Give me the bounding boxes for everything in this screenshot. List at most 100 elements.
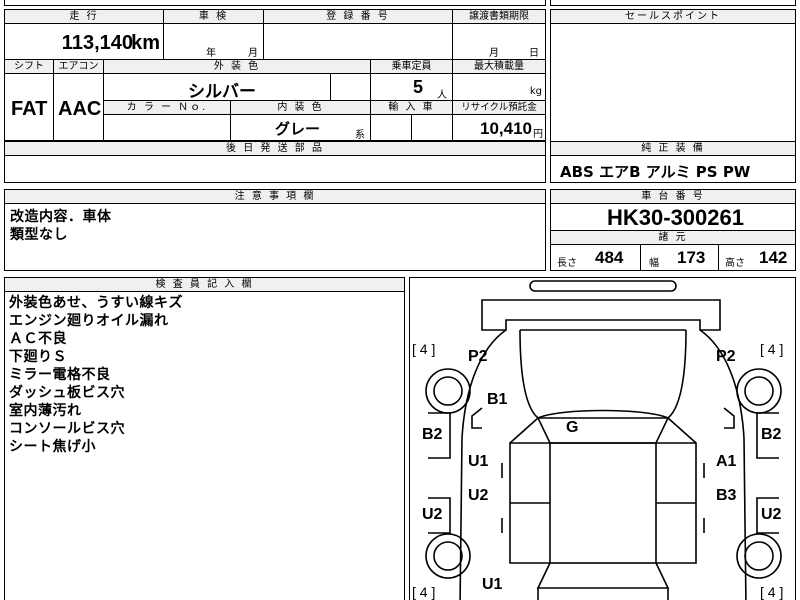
recycle-value: 10,410 xyxy=(480,119,532,138)
notice-header: 注 意 事 項 欄 xyxy=(4,189,546,204)
inspector-note: コンソールビス穴 xyxy=(9,421,125,437)
mark-b2-right: B2 xyxy=(761,426,782,443)
inspector-note: 下廻りＳ xyxy=(9,349,67,365)
exterior-color-value: シルバー xyxy=(188,82,256,102)
mark-b1: B1 xyxy=(487,391,508,408)
recycle-header: リサイクル預託金 xyxy=(452,100,546,115)
dimensions-header: 諸 元 xyxy=(550,230,796,245)
interior-color-header: 内 装 色 xyxy=(230,100,371,115)
width-label: 幅 xyxy=(649,258,659,269)
mark-u2-far-left: U2 xyxy=(422,506,443,523)
car-outline-diagram xyxy=(425,280,782,600)
mark-u1-left: U1 xyxy=(468,453,489,470)
inspector-note: 室内薄汚れ xyxy=(9,403,82,419)
genuine-equipment-value: ABS エアB アルミ PS PW xyxy=(560,163,751,181)
capacity-unit: 人 xyxy=(437,90,447,101)
shift-value: FAT xyxy=(11,98,48,120)
color-no-cell xyxy=(103,114,231,141)
color-no-header: カ ラ ー Ｎｏ. xyxy=(103,100,231,115)
notice-line: 改造内容．車体 xyxy=(10,209,112,225)
width-value: 173 xyxy=(677,248,706,267)
mark-p2-left: P2 xyxy=(468,348,488,365)
max-load-header: 最大積載量 xyxy=(452,59,546,74)
transfer-day-unit: 日 xyxy=(529,48,539,59)
genuine-equipment-box: ABS エアB アルミ PS PW xyxy=(550,155,796,183)
inspector-note: エンジン廻りオイル漏れ xyxy=(9,313,169,329)
dim-divider-2 xyxy=(718,245,719,270)
inspection-cell: 年 月 xyxy=(163,23,264,60)
max-load-unit: kg xyxy=(529,86,542,97)
import-cell-left xyxy=(370,114,412,141)
height-label: 高さ xyxy=(725,258,745,269)
chassis-value: HK30-300261 xyxy=(607,205,744,230)
import-cell-right xyxy=(411,114,453,141)
later-parts-box xyxy=(4,155,546,183)
mark-a1: A1 xyxy=(716,453,737,470)
transfer-month-unit: 月 xyxy=(489,48,499,59)
interior-color-cell: グレー 系 xyxy=(230,114,371,141)
import-header: 輸 入 車 xyxy=(370,100,453,115)
inspector-note: ＡＣ不良 xyxy=(9,331,67,347)
mark-g: G xyxy=(566,419,579,436)
interior-color-value: グレー xyxy=(275,120,321,138)
transfer-deadline-header: 譲渡書類期限 xyxy=(452,9,546,24)
exterior-color-header: 外 装 色 xyxy=(103,59,371,74)
top-cropped-strip-right xyxy=(550,0,796,6)
genuine-equipment-header: 純 正 装 備 xyxy=(550,141,796,156)
aircon-cell: AAC xyxy=(53,73,104,141)
interior-color-suffix: 系 xyxy=(355,130,365,141)
mileage-header: 走 行 xyxy=(4,9,164,24)
mark-b2-left: B2 xyxy=(422,426,443,443)
transfer-cell: 月 日 xyxy=(452,23,546,60)
chassis-box: HK30-300261 xyxy=(550,203,796,231)
inspector-box: 外装色あせ、うすい線キズ エンジン廻りオイル漏れ ＡＣ不良 下廻りＳ ミラー電格… xyxy=(4,291,405,600)
car-diagram-box: [ 4 ] [ 4 ] [ 4 ] [ 4 ] P2 P2 B1 G B2 B2… xyxy=(409,277,796,600)
height-value: 142 xyxy=(759,248,788,267)
recycle-unit: 円 xyxy=(533,129,543,140)
inspector-note: ダッシュ板ビス穴 xyxy=(9,385,125,401)
dim-divider-1 xyxy=(640,245,641,270)
inspector-header: 検 査 員 記 入 欄 xyxy=(4,277,405,292)
recycle-cell: 10,410 円 xyxy=(452,114,546,141)
inspector-note: 外装色あせ、うすい線キズ xyxy=(9,295,183,311)
shift-header: シフト xyxy=(4,59,54,74)
tire-label-bottom-right: [ 4 ] xyxy=(760,584,784,600)
length-value: 484 xyxy=(595,248,624,267)
inspection-month-unit: 月 xyxy=(248,48,258,59)
mileage-cell: 113,140 km xyxy=(4,23,164,60)
shift-cell: FAT xyxy=(4,73,54,141)
inspector-note: ミラー電格不良 xyxy=(9,367,111,383)
mark-u1-bottom: U1 xyxy=(482,576,503,593)
mark-p2-right: P2 xyxy=(716,348,736,365)
sales-point-box xyxy=(550,23,796,142)
registration-header: 登 録 番 号 xyxy=(263,9,453,24)
inspector-note: シート焦げ小 xyxy=(9,439,96,455)
inspection-header: 車 検 xyxy=(163,9,264,24)
aircon-header: エアコン xyxy=(53,59,104,74)
aircon-value: AAC xyxy=(58,98,102,120)
tire-label-top-right: [ 4 ] xyxy=(760,341,784,357)
capacity-header: 乗車定員 xyxy=(370,59,453,74)
notice-box: 改造内容．車体 類型なし xyxy=(4,203,546,271)
chassis-header: 車 台 番 号 xyxy=(550,189,796,204)
capacity-value: 5 xyxy=(413,77,424,97)
mark-u2-left: U2 xyxy=(468,487,489,504)
mark-b3: B3 xyxy=(716,487,737,504)
mileage-unit: km xyxy=(131,32,160,54)
capacity-cell: 5 人 xyxy=(370,73,453,101)
sales-point-header: セールスポイント xyxy=(550,9,796,24)
exterior-color-extra-cell xyxy=(330,73,371,101)
tire-label-top-left: [ 4 ] xyxy=(412,341,436,357)
mileage-value: 113,140 xyxy=(61,32,133,54)
tire-label-bottom-left: [ 4 ] xyxy=(412,584,436,600)
max-load-cell: kg xyxy=(452,73,546,101)
notice-line: 類型なし xyxy=(10,227,68,243)
registration-cell xyxy=(263,23,453,60)
exterior-color-cell: シルバー xyxy=(103,73,331,102)
top-cropped-strip xyxy=(4,0,546,6)
dimensions-box: 長さ 484 幅 173 高さ 142 xyxy=(550,244,796,271)
inspection-year-unit: 年 xyxy=(206,48,216,59)
later-parts-header: 後 日 発 送 部 品 xyxy=(4,141,546,156)
mark-u2-far-right: U2 xyxy=(761,506,782,523)
length-label: 長さ xyxy=(557,258,577,269)
